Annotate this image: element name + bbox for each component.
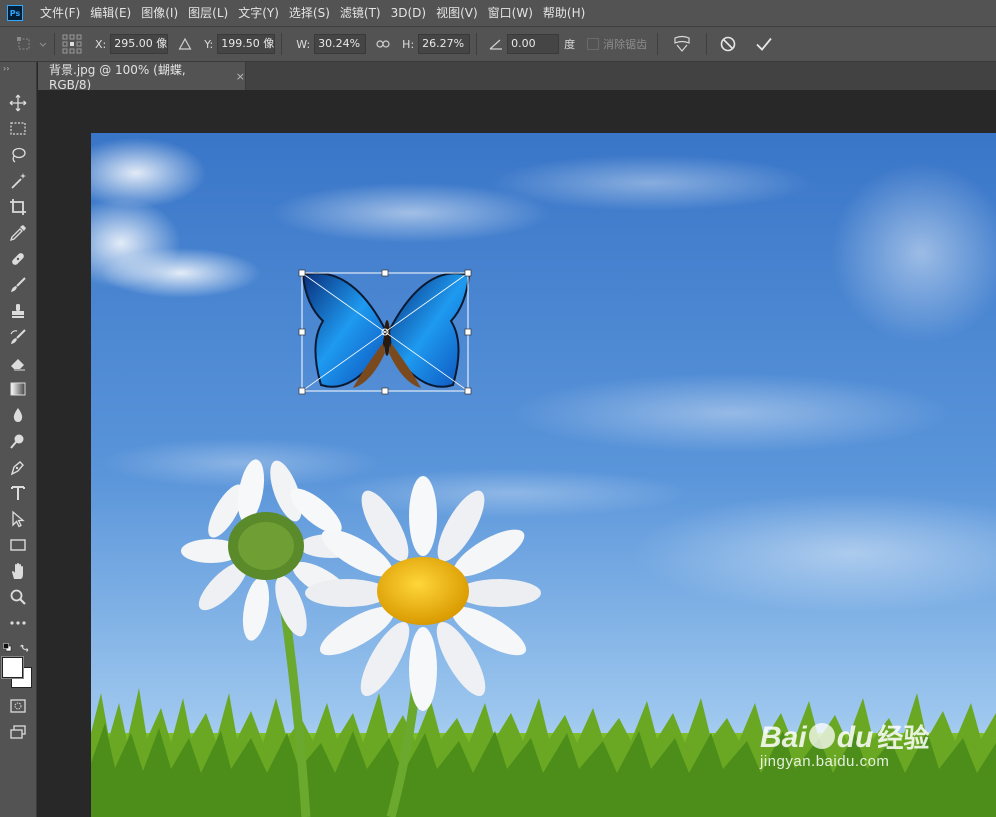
magic-wand-tool-icon[interactable] <box>6 170 30 192</box>
x-position-input[interactable]: 295.00 像素 <box>110 34 169 54</box>
document-tab-title: 背景.jpg @ 100% (蝴蝶, RGB/8) <box>49 62 186 92</box>
quick-mask-icon[interactable] <box>6 695 30 717</box>
menu-view[interactable]: 视图(V) <box>431 0 483 26</box>
watermark-brand: Bai <box>760 721 807 754</box>
commit-transform-icon[interactable] <box>755 35 773 53</box>
crop-tool-icon[interactable] <box>6 196 30 218</box>
width-input[interactable]: 30.24% <box>314 34 367 54</box>
eraser-tool-icon[interactable] <box>6 352 30 374</box>
width-label: W: <box>296 37 311 51</box>
gradient-tool-icon[interactable] <box>6 378 30 400</box>
link-icon[interactable] <box>376 39 390 49</box>
document-tab[interactable]: 背景.jpg @ 100% (蝴蝶, RGB/8) × <box>38 62 246 92</box>
move-tool-icon[interactable] <box>6 92 30 114</box>
delta-icon[interactable] <box>178 37 192 51</box>
menu-edit[interactable]: 编辑(E) <box>85 0 136 26</box>
close-tab-icon[interactable]: × <box>236 70 245 83</box>
separator <box>281 33 283 55</box>
document-canvas[interactable] <box>61 133 996 817</box>
healing-brush-tool-icon[interactable] <box>6 248 30 270</box>
menu-file[interactable]: 文件(F) <box>35 0 85 26</box>
hand-tool-icon[interactable] <box>6 560 30 582</box>
eyedropper-tool-icon[interactable] <box>6 222 30 244</box>
foreground-color-swatch[interactable] <box>2 657 23 678</box>
transform-tool-icon[interactable] <box>16 35 48 53</box>
baidu-watermark: Bai du 经验 jingyan.baidu.com <box>760 718 929 770</box>
reference-point-icon[interactable] <box>61 34 83 54</box>
path-selection-tool-icon[interactable] <box>6 508 30 530</box>
default-colors-icon[interactable] <box>3 641 12 652</box>
antialias-checkbox[interactable] <box>587 38 600 50</box>
angle-icon <box>489 38 503 50</box>
baidu-paw-icon <box>808 723 835 749</box>
blur-tool-icon[interactable] <box>6 404 30 426</box>
type-tool-icon[interactable] <box>6 482 30 504</box>
screen-mode-icon[interactable] <box>6 721 30 743</box>
cancel-transform-icon[interactable] <box>719 35 737 53</box>
y-label: Y: <box>204 37 214 51</box>
options-bar: X: 295.00 像素 Y: 199.50 像素 W: 30.24% H: 2… <box>0 26 996 62</box>
watermark-cn: 经验 <box>877 723 930 753</box>
menu-type[interactable]: 文字(Y) <box>233 0 284 26</box>
tools-panel: ›› <box>0 62 37 817</box>
menu-help[interactable]: 帮助(H) <box>538 0 590 26</box>
document-tab-bar: 背景.jpg @ 100% (蝴蝶, RGB/8) × <box>38 62 996 92</box>
menu-layer[interactable]: 图层(L) <box>183 0 233 26</box>
angle-input[interactable]: 0.00 <box>507 34 560 54</box>
menu-3d[interactable]: 3D(D) <box>386 0 431 26</box>
separator <box>476 33 478 55</box>
antialias-label: 消除锯齿 <box>603 38 648 51</box>
watermark-url: jingyan.baidu.com <box>760 753 890 770</box>
workspace: Bai du 经验 jingyan.baidu.com <box>38 90 996 817</box>
separator <box>657 33 659 55</box>
clone-stamp-tool-icon[interactable] <box>6 300 30 322</box>
menu-select[interactable]: 选择(S) <box>284 0 335 26</box>
height-input[interactable]: 26.27% <box>418 34 471 54</box>
collapse-toolbar-icon[interactable]: ›› <box>3 64 9 73</box>
menu-bar: Ps 文件(F) 编辑(E) 图像(I) 图层(L) 文字(Y) 选择(S) 滤… <box>0 0 996 26</box>
more-tools-icon[interactable] <box>6 612 30 634</box>
rectangle-tool-icon[interactable] <box>6 534 30 556</box>
lasso-tool-icon[interactable] <box>6 144 30 166</box>
height-label: H: <box>402 37 415 51</box>
history-brush-tool-icon[interactable] <box>6 326 30 348</box>
zoom-tool-icon[interactable] <box>6 586 30 608</box>
photoshop-logo-icon: Ps <box>7 5 23 21</box>
watermark-brand-2: du <box>836 721 874 754</box>
brush-tool-icon[interactable] <box>6 274 30 296</box>
separator <box>54 33 55 55</box>
menu-image[interactable]: 图像(I) <box>136 0 183 26</box>
y-position-input[interactable]: 199.50 像素 <box>217 34 276 54</box>
separator <box>706 33 708 55</box>
x-label: X: <box>95 37 107 51</box>
angle-unit: 度 <box>564 38 576 51</box>
menu-filter[interactable]: 滤镜(T) <box>335 0 386 26</box>
warp-icon[interactable] <box>672 35 692 53</box>
pen-tool-icon[interactable] <box>6 456 30 478</box>
menu-window[interactable]: 窗口(W) <box>483 0 538 26</box>
marquee-tool-icon[interactable] <box>6 118 30 140</box>
swap-colors-icon[interactable] <box>20 641 30 652</box>
dodge-tool-icon[interactable] <box>6 430 30 452</box>
